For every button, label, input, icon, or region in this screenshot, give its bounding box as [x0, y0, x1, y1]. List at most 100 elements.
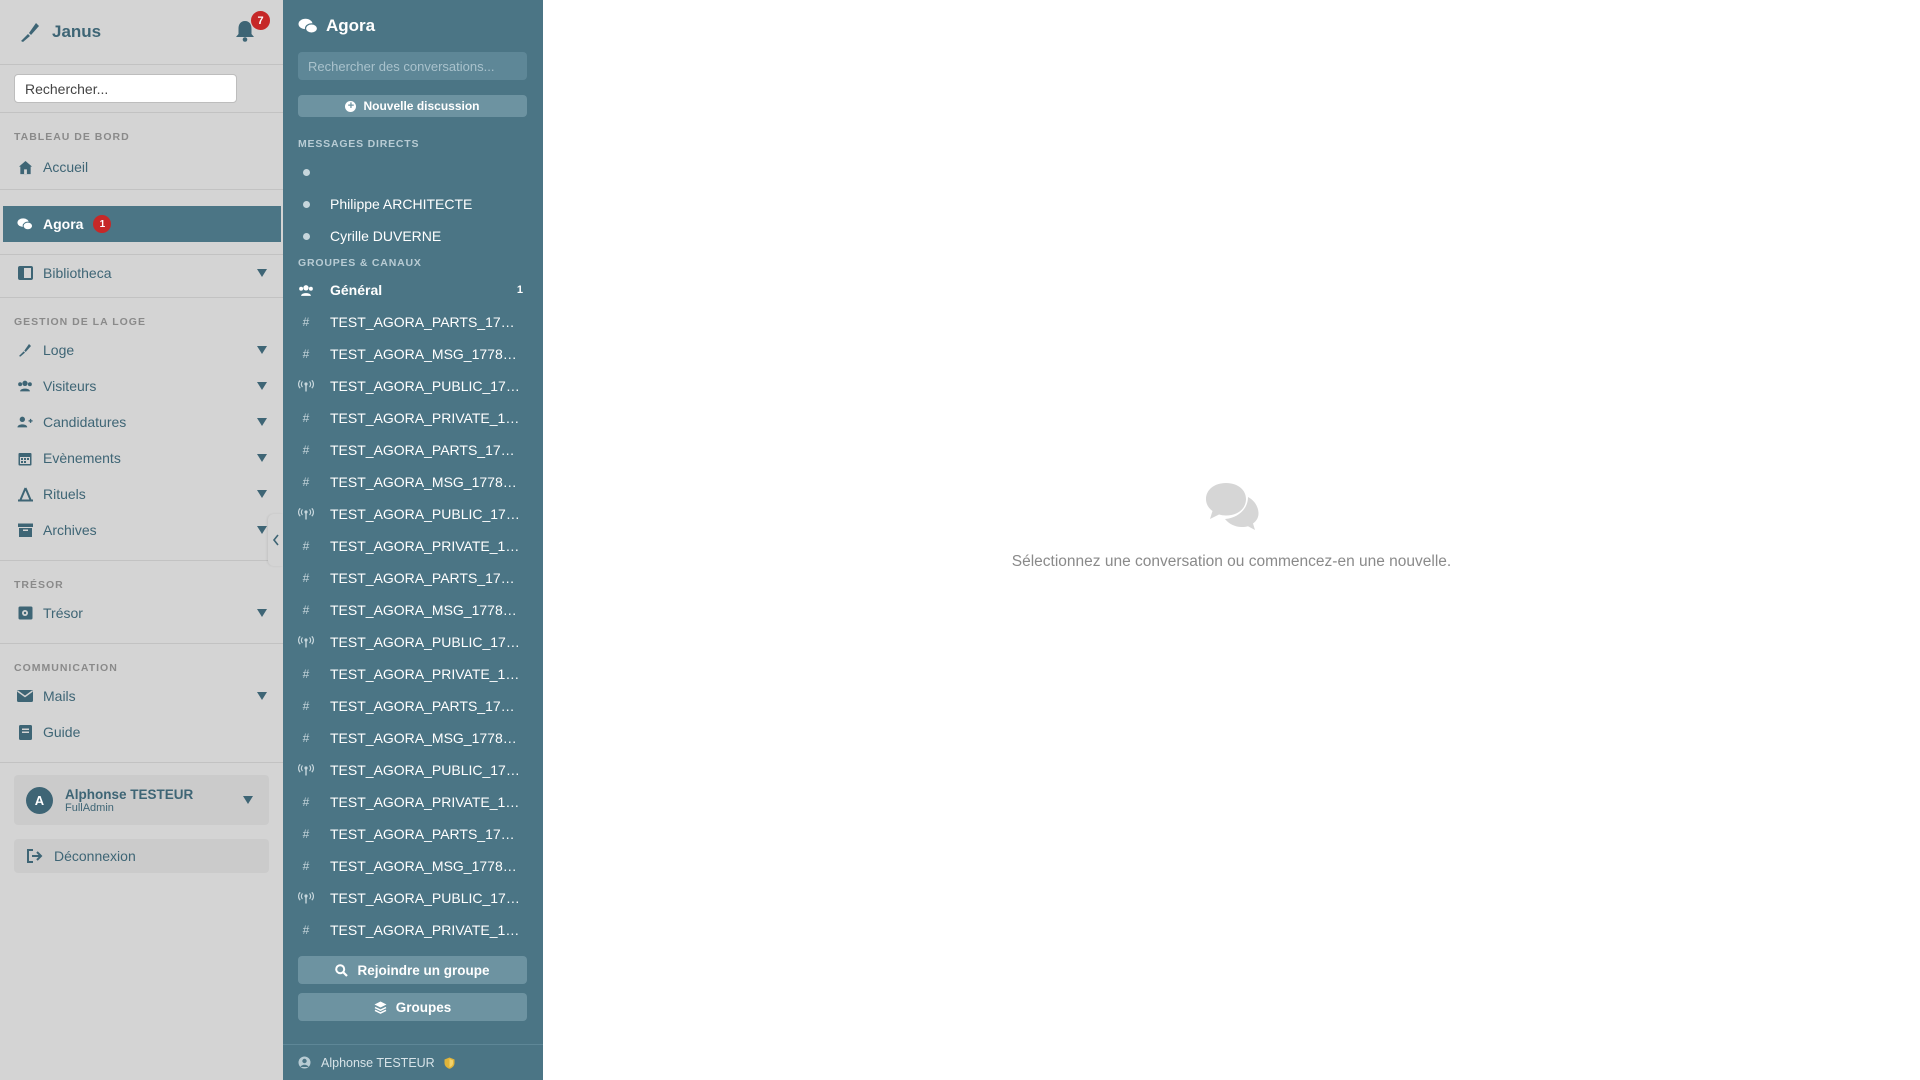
compass-icon — [17, 486, 33, 502]
sidebar-item-archives[interactable]: Archives — [0, 512, 283, 548]
brand-header: Janus 7 — [0, 0, 283, 65]
sidebar: Janus 7 TABLEAU DE BORD Accueil Agora — [0, 0, 283, 1080]
channel-item[interactable]: # TEST_AGORA_PRIVATE_17... — [283, 402, 543, 434]
direct-message-item[interactable] — [283, 156, 543, 188]
user-menu[interactable]: A Alphonse TESTEUR FullAdmin — [14, 775, 269, 825]
conversation-name: Philippe ARCHITECTE — [330, 196, 473, 212]
conversation-name: TEST_AGORA_PARTS_1778... — [330, 826, 520, 842]
panel-footer: Alphonse TESTEUR — [283, 1044, 543, 1080]
hashtag-icon: # — [302, 603, 310, 617]
users-icon — [17, 378, 33, 394]
channel-item[interactable]: # TEST_AGORA_PARTS_1778... — [283, 690, 543, 722]
channel-list: # TEST_AGORA_PARTS_1778... # TEST_AGORA_MSG… — [283, 306, 543, 946]
chevron-down-icon — [257, 269, 267, 277]
channel-item[interactable]: TEST_AGORA_PUBLIC_177... — [283, 754, 543, 786]
panel-title: Agora — [326, 16, 376, 35]
notification-badge: 7 — [250, 10, 271, 31]
status-dot-icon — [298, 168, 314, 176]
collapse-panel-button[interactable] — [268, 514, 283, 566]
search-input[interactable] — [14, 74, 237, 103]
chevron-down-icon — [257, 382, 267, 390]
channel-item[interactable]: # TEST_AGORA_PRIVATE_17... — [283, 658, 543, 690]
trowel-icon — [17, 342, 33, 358]
sidebar-item-guide[interactable]: Guide — [0, 714, 283, 750]
channel-item[interactable]: # TEST_AGORA_MSG_177825... — [283, 850, 543, 882]
sidebar-item-mails[interactable]: Mails — [0, 678, 283, 714]
section-label-dashboard: TABLEAU DE BORD — [14, 131, 130, 143]
sidebar-item-visiteurs[interactable]: Visiteurs — [0, 368, 283, 404]
footer-user-name: Alphonse TESTEUR — [321, 1055, 435, 1070]
sidebar-search — [0, 65, 283, 113]
logout-button[interactable]: Déconnexion — [14, 839, 269, 873]
channel-item[interactable]: # TEST_AGORA_MSG_177825... — [283, 338, 543, 370]
conversation-search-input[interactable] — [298, 52, 527, 80]
conversation-name: TEST_AGORA_PARTS_1778... — [330, 570, 520, 586]
join-group-button[interactable]: Rejoindre un groupe — [298, 956, 527, 984]
channel-item[interactable]: # TEST_AGORA_PRIVATE_17... — [283, 786, 543, 818]
search-icon — [335, 963, 349, 977]
sidebar-item-candidatures[interactable]: Candidatures — [0, 404, 283, 440]
layers-icon — [374, 1001, 387, 1014]
direct-message-item[interactable]: Cyrille DUVERNE — [283, 220, 543, 252]
comments-placeholder-icon — [1205, 483, 1258, 530]
sidebar-item-loge[interactable]: Loge — [0, 332, 283, 368]
archive-icon — [17, 522, 33, 538]
sidebar-item-rituels[interactable]: Rituels — [0, 476, 283, 512]
channel-item-general[interactable]: Général 1 — [283, 274, 543, 306]
channel-item[interactable]: # TEST_AGORA_MSG_177825... — [283, 594, 543, 626]
empty-state: Sélectionnez une conversation ou commenc… — [543, 480, 1920, 571]
sidebar-item-label: Mails — [43, 688, 76, 704]
channel-item[interactable]: # TEST_AGORA_PRIVATE_17... — [283, 530, 543, 562]
channel-item[interactable]: TEST_AGORA_PUBLIC_177... — [283, 498, 543, 530]
trowel-logo-icon[interactable] — [18, 20, 42, 44]
main-content: Sélectionnez une conversation ou commenc… — [543, 0, 1920, 1080]
comments-icon — [17, 216, 33, 232]
sidebar-item-agora[interactable]: Agora 1 — [3, 206, 281, 242]
channel-item[interactable]: # TEST_AGORA_MSG_177825... — [283, 722, 543, 754]
chevron-down-icon — [257, 490, 267, 498]
conversation-name: Cyrille DUVERNE — [330, 228, 442, 244]
direct-message-item[interactable]: Philippe ARCHITECTE — [283, 188, 543, 220]
conversation-panel: Agora + Nouvelle discussion MESSAGES DIR… — [268, 0, 543, 1080]
sidebar-item-label: Evènements — [43, 450, 121, 466]
sidebar-item-label: Archives — [43, 522, 97, 538]
shield-icon — [444, 1057, 455, 1069]
chevron-left-icon — [272, 534, 279, 546]
chevron-down-icon — [257, 692, 267, 700]
new-discussion-label: Nouvelle discussion — [363, 99, 480, 113]
user-name: Alphonse TESTEUR — [65, 786, 194, 802]
conversation-name: TEST_AGORA_PRIVATE_17... — [330, 410, 520, 426]
channel-item[interactable]: # TEST_AGORA_PARTS_1778... — [283, 562, 543, 594]
hashtag-icon: # — [302, 795, 310, 809]
new-discussion-button[interactable]: + Nouvelle discussion — [298, 95, 527, 117]
conversation-name: TEST_AGORA_PUBLIC_177... — [330, 762, 520, 778]
agora-unread-badge: 1 — [93, 215, 112, 233]
users-icon — [298, 284, 314, 297]
chevron-down-icon — [257, 418, 267, 426]
conversation-name: TEST_AGORA_PRIVATE_17... — [330, 794, 520, 810]
sidebar-item-evenements[interactable]: Evènements — [0, 440, 283, 476]
hashtag-icon: # — [302, 731, 310, 745]
channel-item[interactable]: # TEST_AGORA_PRIVATE_17... — [283, 914, 543, 946]
chevron-down-icon — [243, 796, 253, 804]
channel-item[interactable]: # TEST_AGORA_PARTS_1778... — [283, 818, 543, 850]
groups-button[interactable]: Groupes — [298, 993, 527, 1021]
channel-item[interactable]: TEST_AGORA_PUBLIC_177... — [283, 626, 543, 658]
avatar: A — [26, 786, 53, 814]
unread-count: 1 — [516, 284, 523, 296]
channel-item[interactable]: # TEST_AGORA_PARTS_1778... — [283, 434, 543, 466]
conversation-name: TEST_AGORA_MSG_177825... — [330, 730, 520, 746]
sidebar-item-label: Bibliotheca — [43, 265, 112, 281]
conversation-name: TEST_AGORA_PRIVATE_17... — [330, 538, 520, 554]
channel-item[interactable]: # TEST_AGORA_MSG_177825... — [283, 466, 543, 498]
conversation-name: Général — [330, 282, 383, 298]
sidebar-item-tresor[interactable]: Trésor — [0, 595, 283, 631]
channel-item[interactable]: TEST_AGORA_PUBLIC_177... — [283, 882, 543, 914]
brand-name[interactable]: Janus — [52, 22, 101, 42]
sidebar-item-bibliotheca[interactable]: Bibliotheca — [0, 255, 283, 291]
channel-item[interactable]: TEST_AGORA_PUBLIC_177... — [283, 370, 543, 402]
user-role: FullAdmin — [65, 801, 114, 814]
sidebar-item-home[interactable]: Accueil — [0, 149, 283, 185]
channel-item[interactable]: # TEST_AGORA_PARTS_1778... — [283, 306, 543, 338]
sidebar-item-label: Trésor — [43, 605, 83, 621]
